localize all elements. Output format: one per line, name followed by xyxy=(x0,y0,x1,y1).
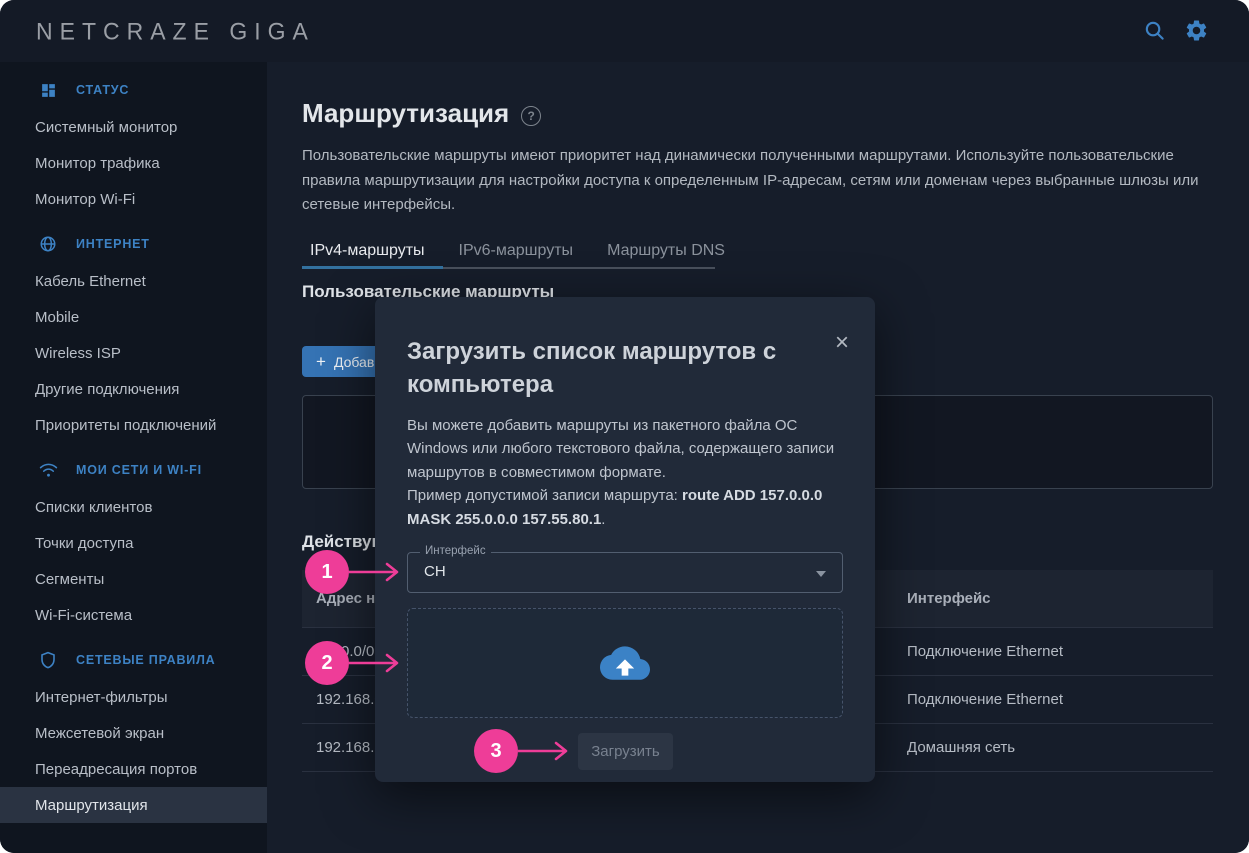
route-interface: Подключение Ethernet xyxy=(907,691,1213,708)
column-header-interface: Интерфейс xyxy=(907,590,1213,607)
sidebar-item-other-connections[interactable]: Другие подключения xyxy=(0,371,267,407)
annotation-marker-2: 2 xyxy=(305,641,405,685)
sidebar-item-wifi-system[interactable]: Wi-Fi-система xyxy=(0,597,267,633)
sidebar-item-traffic-monitor[interactable]: Монитор трафика xyxy=(0,145,267,181)
app-window: Маршрутизация ? Пользовательские маршрут… xyxy=(0,0,1249,853)
annotation-marker-1: 1 xyxy=(305,550,405,594)
search-icon[interactable] xyxy=(1141,17,1167,43)
sidebar-item-segments[interactable]: Сегменты xyxy=(0,561,267,597)
sidebar-item-wifi-monitor[interactable]: Монитор Wi-Fi xyxy=(0,181,267,217)
sidebar-section-my-networks: МОИ СЕТИ И WI-FI xyxy=(0,451,267,489)
chevron-down-icon xyxy=(816,571,826,577)
annotation-number: 3 xyxy=(474,729,518,773)
sidebar-item-access-points[interactable]: Точки доступа xyxy=(0,525,267,561)
sidebar-item-port-forwarding[interactable]: Переадресация портов xyxy=(0,751,267,787)
interface-select-label: Интерфейс xyxy=(420,545,491,557)
plus-icon: + xyxy=(316,352,326,372)
sidebar-item-firewall[interactable]: Межсетевой экран xyxy=(0,715,267,751)
sidebar-section-status: СТАТУС xyxy=(0,71,267,109)
dashboard-icon xyxy=(35,77,61,103)
route-interface: Домашняя сеть xyxy=(907,739,1213,756)
annotation-arrow-icon xyxy=(349,560,405,584)
sidebar-section-internet: ИНТЕРНЕТ xyxy=(0,225,267,263)
shield-icon xyxy=(35,647,61,673)
sidebar-section-label: СЕТЕВЫЕ ПРАВИЛА xyxy=(76,653,215,667)
sidebar-item-client-lists[interactable]: Списки клиентов xyxy=(0,489,267,525)
topbar: NETCRAZE GIGA xyxy=(0,0,1249,62)
sidebar-item-internet-filters[interactable]: Интернет-фильтры xyxy=(0,679,267,715)
dialog-body: Вы можете добавить маршруты из пакетного… xyxy=(407,414,845,531)
tab-ipv6-routes[interactable]: IPv6-маршруты xyxy=(442,238,591,272)
dialog-description: Вы можете добавить маршруты из пакетного… xyxy=(407,414,845,484)
annotation-arrow-icon xyxy=(518,739,574,763)
help-icon[interactable]: ? xyxy=(521,106,541,126)
upload-button[interactable]: Загрузить xyxy=(578,733,673,770)
annotation-number: 1 xyxy=(305,550,349,594)
sidebar-section-label: СТАТУС xyxy=(76,83,129,97)
page-title: Маршрутизация xyxy=(302,98,509,129)
tab-dns-routes[interactable]: Маршруты DNS xyxy=(590,238,742,272)
route-tabs: IPv4-маршруты IPv6-маршруты Маршруты DNS xyxy=(302,238,742,272)
annotation-number: 2 xyxy=(305,641,349,685)
page-description: Пользовательские маршруты имеют приорите… xyxy=(302,144,1210,218)
tab-ipv4-routes[interactable]: IPv4-маршруты xyxy=(302,238,442,272)
close-icon[interactable]: × xyxy=(835,333,849,353)
sidebar-section-label: ИНТЕРНЕТ xyxy=(76,237,150,251)
interface-select-value: CH xyxy=(424,563,446,580)
sidebar-item-connection-priorities[interactable]: Приоритеты подключений xyxy=(0,407,267,443)
sidebar: СТАТУС Системный монитор Монитор трафика… xyxy=(0,62,267,853)
annotation-marker-3: 3 xyxy=(474,729,574,773)
route-interface: Подключение Ethernet xyxy=(907,643,1213,660)
sidebar-section-label: МОИ СЕТИ И WI-FI xyxy=(76,463,202,477)
sidebar-item-mobile[interactable]: Mobile xyxy=(0,299,267,335)
annotation-arrow-icon xyxy=(349,651,405,675)
gear-icon[interactable] xyxy=(1183,17,1209,43)
interface-select[interactable]: Интерфейс CH xyxy=(407,552,843,593)
file-dropzone[interactable] xyxy=(407,608,843,718)
sidebar-item-system-monitor[interactable]: Системный монитор xyxy=(0,109,267,145)
dialog-title: Загрузить список маршрутов с компьютера xyxy=(407,335,831,401)
sidebar-item-wireless-isp[interactable]: Wireless ISP xyxy=(0,335,267,371)
sidebar-item-routing[interactable]: Маршрутизация xyxy=(0,787,267,823)
sidebar-item-ethernet-cable[interactable]: Кабель Ethernet xyxy=(0,263,267,299)
globe-icon xyxy=(35,231,61,257)
sidebar-section-network-rules: СЕТЕВЫЕ ПРАВИЛА xyxy=(0,641,267,679)
dialog-example: Пример допустимой записи маршрута: route… xyxy=(407,484,845,531)
brand-logo: NETCRAZE GIGA xyxy=(36,17,315,45)
wifi-icon xyxy=(35,457,61,483)
upload-routes-dialog: × Загрузить список маршрутов с компьютер… xyxy=(375,297,875,782)
cloud-upload-icon xyxy=(600,641,650,686)
